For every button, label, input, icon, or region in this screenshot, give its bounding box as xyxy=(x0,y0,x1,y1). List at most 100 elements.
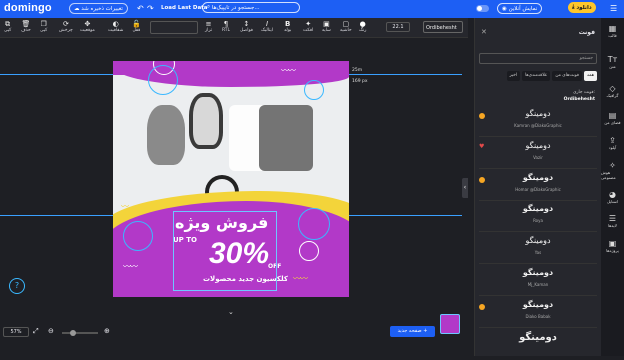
zigzag-decoration: 〰〰 xyxy=(123,262,138,271)
sidebar-item-label: آپلود xyxy=(608,145,617,150)
fit-screen-icon[interactable]: ⤢ xyxy=(33,327,39,336)
border-icon: ▢ xyxy=(342,20,350,28)
font-list-item[interactable]: دومینگو Roya xyxy=(479,202,597,232)
sidebar-item-label: استایل xyxy=(606,199,619,204)
toolbar-color-button[interactable]: ● رنگ xyxy=(359,20,366,33)
toolbar-spacing-button[interactable]: ↕ فواصل xyxy=(240,20,253,33)
ai-icon: ✧ xyxy=(609,161,616,170)
zoom-level-select[interactable]: 57% xyxy=(3,327,29,337)
topic-search-input[interactable]: ⌕ جستجو در تایپیک‌ها... xyxy=(202,2,300,13)
toolbar-rtl-button[interactable]: ¶ RTL xyxy=(222,20,230,33)
font-list-item[interactable]: ♥ دومینگو Vazir xyxy=(479,139,597,169)
font-list-item[interactable]: دومینگو Kamran @DiakoGraphic xyxy=(479,107,597,137)
text-content-field[interactable] xyxy=(150,21,198,34)
redo-icon[interactable]: ↷ xyxy=(147,4,154,13)
sidebar-item-my-space[interactable]: ▤ فضای من xyxy=(601,111,624,125)
download-button[interactable]: ⤓ دانلود xyxy=(568,2,596,13)
bold-icon: B xyxy=(284,20,291,28)
toolbar-label: حاشیه xyxy=(340,28,352,33)
toolbar-label: سایه xyxy=(322,28,331,33)
toolbar-label: شفافیت xyxy=(108,28,124,33)
theme-toggle[interactable] xyxy=(476,5,489,12)
duplicate-icon: ❐ xyxy=(40,20,47,28)
saved-status-text: تغییرات ذخیره شد xyxy=(81,5,123,12)
toolbar-label: موقعیت xyxy=(80,28,95,33)
toolbar-align-button[interactable]: ≡ تراز xyxy=(205,20,212,33)
font-list-item[interactable]: دومینگو Homar @DiakoGraphic xyxy=(479,171,597,201)
tab-my-fonts[interactable]: فونت‌های من xyxy=(552,71,582,81)
hamburger-menu-icon[interactable]: ☰ xyxy=(610,4,617,13)
new-page-button[interactable]: صفحه جدید + xyxy=(390,326,435,337)
font-list-item[interactable]: دومینگو Yas xyxy=(479,234,597,264)
sidebar-item-label: هوش مصنوعی xyxy=(601,170,616,180)
sidebar-item-graphics[interactable]: ◇ گرافیک xyxy=(601,84,624,98)
help-icon[interactable]: ? xyxy=(9,278,25,294)
font-size-input[interactable]: 22.1 xyxy=(386,22,410,32)
font-filter-tabs: همه فونت‌های من علاقه‌مندی‌ها اخیر xyxy=(479,71,597,81)
zoom-slider[interactable] xyxy=(62,330,98,336)
sidebar-item-style[interactable]: ◕ استایل xyxy=(601,190,624,204)
canvas-workspace[interactable]: 25m 169 px 〰〰 〰 〰〰 〰〰 فروش ویژه UP TO 30… xyxy=(0,38,462,330)
sidebar-item-text[interactable]: Tт متن xyxy=(601,55,624,69)
font-preview: دومینگو xyxy=(525,109,551,118)
sidebar-item-upload[interactable]: ⇪ آپلود xyxy=(601,136,624,150)
toolbar-label: رنگ xyxy=(359,28,367,33)
font-preview: دومینگو xyxy=(522,268,554,277)
chevron-down-icon[interactable]: ⌄ xyxy=(228,308,234,316)
shadow-icon: ▣ xyxy=(323,20,330,28)
folder-icon: ▤ xyxy=(608,111,617,120)
font-author: Mj_Kaman xyxy=(527,282,549,287)
font-list-item[interactable]: دومینگو Mj_Kaman xyxy=(479,266,597,296)
upload-icon: ⇪ xyxy=(609,136,616,145)
current-font-value: Ordibehesht xyxy=(563,97,595,102)
rotate-icon: ⟳ xyxy=(62,20,69,28)
toolbar-border-button[interactable]: ▢ حاشیه xyxy=(340,20,352,33)
font-family-select[interactable]: Ordibehesht xyxy=(423,21,463,33)
panel-collapse-handle[interactable]: ‹ xyxy=(462,178,468,198)
preview-online-label: نمایش آنلاین xyxy=(508,5,538,12)
toolbar-italic-button[interactable]: I ایتالیک xyxy=(261,20,273,33)
selection-box[interactable] xyxy=(173,211,277,291)
sidebar-item-label: لایه‌ها xyxy=(608,223,617,228)
tab-all-fonts[interactable]: همه xyxy=(583,71,597,81)
undo-icon[interactable]: ↶ xyxy=(137,4,144,13)
toolbar-shadow-button[interactable]: ▣ سایه xyxy=(322,20,331,33)
zoom-in-icon[interactable]: ⊕ xyxy=(104,327,110,335)
tab-favorites[interactable]: علاقه‌مندی‌ها xyxy=(522,71,551,81)
font-family-value: Ordibehesht xyxy=(426,25,457,31)
sidebar-item-templates[interactable]: ▦ قالب xyxy=(601,24,624,38)
toolbar-bold-button[interactable]: B بولد xyxy=(284,20,291,33)
opacity-icon: ◐ xyxy=(112,20,119,28)
sidebar-item-ai[interactable]: ✧ هوش مصنوعی xyxy=(601,161,624,180)
copy-icon: ⧉ xyxy=(5,20,11,28)
coordinate-readout: 25m xyxy=(352,68,363,73)
app-logo[interactable]: domingo xyxy=(4,2,52,14)
toolbar-effect-button[interactable]: ✦ افکت xyxy=(303,20,313,33)
tab-recent[interactable]: اخیر xyxy=(506,71,521,81)
toolbar-duplicate-button[interactable]: ❐ کپی xyxy=(40,20,47,33)
font-search-input[interactable]: جستجو xyxy=(479,53,597,64)
page-thumbnail[interactable] xyxy=(440,314,460,334)
download-label: دانلود xyxy=(576,4,592,11)
color-swatch-icon: ● xyxy=(359,20,366,28)
toolbar-lock-button[interactable]: 🔓 قفل xyxy=(132,20,141,33)
toolbar-opacity-button[interactable]: ◐ شفافیت xyxy=(108,20,123,33)
sidebar-item-projects[interactable]: ▣ پروژه‌ها xyxy=(601,239,624,253)
position-icon: ✥ xyxy=(84,20,91,28)
sidebar-item-layers[interactable]: ☰ لایه‌ها xyxy=(601,214,624,228)
toolbar-label: بولد xyxy=(284,28,292,33)
sneaker-image xyxy=(189,93,223,149)
toolbar-position-button[interactable]: ✥ موقعیت xyxy=(80,20,95,33)
bottom-bar: 57% ⤢ ⊖ ⊕ صفحه جدید + xyxy=(0,314,462,356)
load-last-data-button[interactable]: Load Last Data xyxy=(161,5,208,11)
preview-online-button[interactable]: ◉ نمایش آنلاین xyxy=(497,3,543,14)
saved-status: ☁ تغییرات ذخیره شد xyxy=(69,3,128,14)
toolbar-copy-button[interactable]: ⧉ کپی xyxy=(4,20,11,33)
zoom-out-icon[interactable]: ⊖ xyxy=(48,327,54,335)
close-icon[interactable]: ✕ xyxy=(481,28,487,36)
font-list-item[interactable]: دومینگو Diako Babak xyxy=(479,298,597,328)
lock-icon: 🔓 xyxy=(132,20,141,28)
font-panel: ✕ فونت جستجو همه فونت‌های من علاقه‌مندی‌… xyxy=(474,18,601,356)
toolbar-delete-button[interactable]: 🗑 حذف xyxy=(21,20,31,33)
toolbar-rotate-button[interactable]: ⟳ چرخش xyxy=(59,20,73,33)
